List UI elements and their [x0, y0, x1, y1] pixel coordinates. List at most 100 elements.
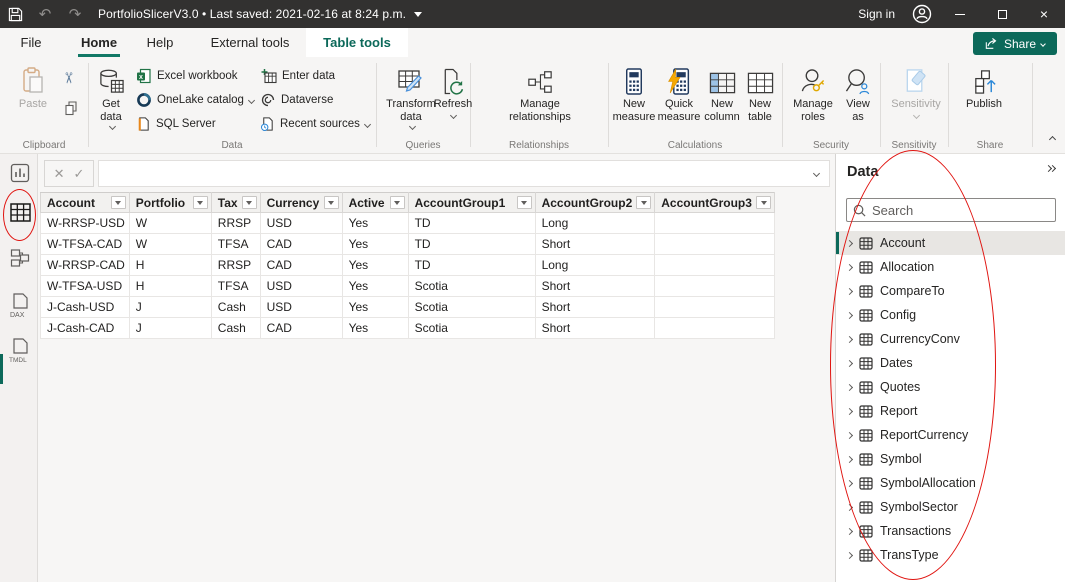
column-header-Currency[interactable]: Currency	[260, 193, 342, 213]
formula-cancel-button[interactable]: ✕	[54, 166, 65, 182]
table-cell[interactable]: Yes	[342, 255, 408, 276]
close-button[interactable]: ×	[1023, 0, 1065, 28]
table-cell[interactable]	[655, 234, 775, 255]
column-filter-button[interactable]	[193, 196, 208, 209]
formula-input[interactable]	[98, 160, 830, 187]
excel-workbook-button[interactable]: x Excel workbook	[136, 67, 238, 85]
table-cell[interactable]: CAD	[260, 234, 342, 255]
data-pane-table-ReportCurrency[interactable]: ReportCurrency	[836, 423, 1065, 447]
column-header-Account[interactable]: Account	[41, 193, 130, 213]
expand-chevron-icon[interactable]	[846, 551, 853, 558]
table-cell[interactable]: Yes	[342, 276, 408, 297]
table-cell[interactable]: Short	[535, 234, 655, 255]
table-cell[interactable]: W-RRSP-CAD	[41, 255, 130, 276]
redo-button[interactable]: ↷	[60, 0, 90, 28]
column-header-Tax[interactable]: Tax	[211, 193, 260, 213]
table-cell[interactable]: TD	[408, 255, 535, 276]
manage-relationships-button[interactable]: Manage relationships	[495, 65, 585, 124]
table-cell[interactable]: W-TFSA-USD	[41, 276, 130, 297]
column-filter-button[interactable]	[242, 196, 257, 209]
copy-button[interactable]	[63, 99, 79, 117]
new-table-button[interactable]: New table	[742, 65, 778, 124]
data-pane-table-Config[interactable]: Config	[836, 303, 1065, 327]
new-measure-button[interactable]: New measure	[612, 65, 656, 124]
recent-sources-button[interactable]: Recent sources	[260, 115, 370, 133]
table-cell[interactable]: W-TFSA-CAD	[41, 234, 130, 255]
data-pane-table-Allocation[interactable]: Allocation	[836, 255, 1065, 279]
column-header-Active[interactable]: Active	[342, 193, 408, 213]
data-pane-table-CompareTo[interactable]: CompareTo	[836, 279, 1065, 303]
table-cell[interactable]: Scotia	[408, 318, 535, 339]
data-pane-table-Transactions[interactable]: Transactions	[836, 519, 1065, 543]
table-cell[interactable]: W	[129, 234, 211, 255]
data-pane-table-Report[interactable]: Report	[836, 399, 1065, 423]
data-pane-table-SymbolAllocation[interactable]: SymbolAllocation	[836, 471, 1065, 495]
dax-query-view-button[interactable]: DAX	[9, 292, 31, 320]
model-view-button[interactable]	[9, 247, 31, 269]
column-header-Portfolio[interactable]: Portfolio	[129, 193, 211, 213]
table-cell[interactable]: TD	[408, 213, 535, 234]
data-pane-table-CurrencyConv[interactable]: CurrencyConv	[836, 327, 1065, 351]
table-cell[interactable]: CAD	[260, 318, 342, 339]
table-cell[interactable]: Yes	[342, 213, 408, 234]
table-cell[interactable]: Scotia	[408, 297, 535, 318]
expand-chevron-icon[interactable]	[846, 527, 853, 534]
data-pane-table-Dates[interactable]: Dates	[836, 351, 1065, 375]
table-cell[interactable]: Short	[535, 276, 655, 297]
table-cell[interactable]: Cash	[211, 318, 260, 339]
tab-external-tools[interactable]: External tools	[200, 28, 300, 57]
tab-table-tools[interactable]: Table tools	[306, 28, 408, 57]
sign-in-button[interactable]: Sign in	[858, 7, 895, 21]
table-cell[interactable]: RRSP	[211, 213, 260, 234]
data-pane-table-TransType[interactable]: TransType	[836, 543, 1065, 567]
table-cell[interactable]: TD	[408, 234, 535, 255]
table-cell[interactable]: TFSA	[211, 276, 260, 297]
table-cell[interactable]: Yes	[342, 297, 408, 318]
column-filter-button[interactable]	[517, 196, 532, 209]
table-cell[interactable]: USD	[260, 213, 342, 234]
search-box[interactable]	[846, 198, 1056, 222]
title-dropdown-icon[interactable]	[414, 12, 422, 17]
get-data-button[interactable]: Get data	[90, 65, 132, 129]
table-cell[interactable]: Yes	[342, 318, 408, 339]
formula-expand-chevron-icon[interactable]	[813, 170, 820, 177]
expand-chevron-icon[interactable]	[846, 335, 853, 342]
data-pane-table-Account[interactable]: Account	[836, 231, 1065, 255]
search-input[interactable]	[872, 203, 1049, 218]
data-pane-table-Symbol[interactable]: Symbol	[836, 447, 1065, 471]
quick-measure-button[interactable]: Quick measure	[656, 65, 702, 124]
column-filter-button[interactable]	[390, 196, 405, 209]
column-filter-button[interactable]	[756, 196, 771, 209]
expand-chevron-icon[interactable]	[846, 287, 853, 294]
table-cell[interactable]	[655, 255, 775, 276]
table-cell[interactable]	[655, 213, 775, 234]
dataverse-button[interactable]: Dataverse	[260, 91, 333, 109]
account-avatar[interactable]	[905, 0, 939, 28]
formula-commit-button[interactable]: ✓	[74, 166, 85, 182]
data-pane-table-SymbolSector[interactable]: SymbolSector	[836, 495, 1065, 519]
column-header-AccountGroup2[interactable]: AccountGroup2	[535, 193, 655, 213]
table-cell[interactable]: J	[129, 297, 211, 318]
expand-chevron-icon[interactable]	[846, 479, 853, 486]
table-cell[interactable]: H	[129, 276, 211, 297]
table-cell[interactable]: USD	[260, 276, 342, 297]
table-cell[interactable]	[655, 276, 775, 297]
table-cell[interactable]: USD	[260, 297, 342, 318]
table-view-button[interactable]	[9, 201, 31, 223]
table-cell[interactable]: W	[129, 213, 211, 234]
transform-data-button[interactable]: Transform data	[382, 65, 440, 129]
table-cell[interactable]: W-RRSP-USD	[41, 213, 130, 234]
table-cell[interactable]: H	[129, 255, 211, 276]
tmdl-view-button[interactable]: TMDL	[9, 337, 31, 365]
column-header-AccountGroup3[interactable]: AccountGroup3	[655, 193, 775, 213]
minimize-button[interactable]	[939, 0, 981, 28]
sql-server-button[interactable]: SQL Server	[136, 115, 216, 133]
expand-chevron-icon[interactable]	[846, 407, 853, 414]
view-as-button[interactable]: View as	[840, 65, 876, 124]
new-column-button[interactable]: New column	[702, 65, 742, 124]
expand-chevron-icon[interactable]	[846, 503, 853, 510]
column-filter-button[interactable]	[636, 196, 651, 209]
table-cell[interactable]: Cash	[211, 297, 260, 318]
share-button[interactable]: Share	[973, 32, 1057, 55]
cut-button[interactable]: ✂	[62, 69, 75, 87]
